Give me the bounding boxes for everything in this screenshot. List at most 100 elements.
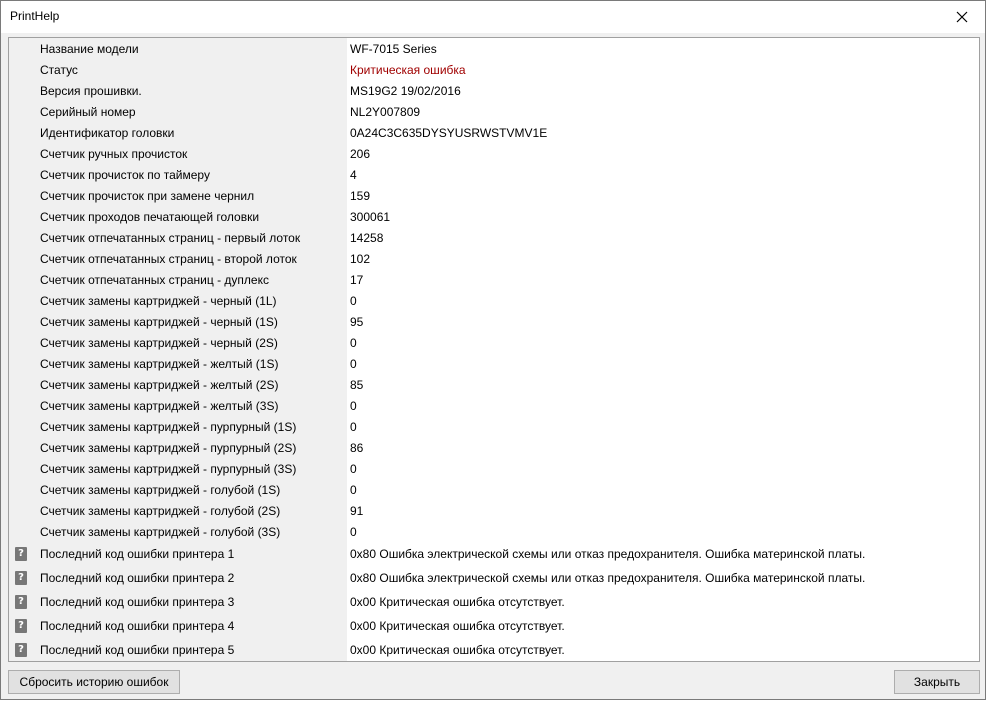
row-gutter <box>9 101 33 122</box>
row-value: 0 <box>347 458 979 479</box>
row-gutter <box>9 521 33 542</box>
row-value: 300061 <box>347 206 979 227</box>
info-row: Счетчик замены картриджей - голубой (2S)… <box>9 500 979 521</box>
row-label: Последний код ошибки принтера 4 <box>33 614 347 638</box>
info-row: Счетчик отпечатанных страниц - дуплекс 17 <box>9 269 979 290</box>
window-close-button[interactable] <box>939 1 985 33</box>
row-label: Счетчик замены картриджей - голубой (1S) <box>33 479 347 500</box>
row-value: 85 <box>347 374 979 395</box>
row-gutter <box>9 206 33 227</box>
row-label: Название модели <box>33 38 347 59</box>
row-value: 0x80 Ошибка электрической схемы или отка… <box>347 542 979 566</box>
info-row: Идентификатор головки 0A24C3C635DYSYUSRWS… <box>9 122 979 143</box>
row-value: 14258 <box>347 227 979 248</box>
row-gutter: ? <box>9 542 33 566</box>
help-icon[interactable]: ? <box>15 595 27 609</box>
info-row: Счетчик замены картриджей - голубой (3S)… <box>9 521 979 542</box>
reset-error-history-button[interactable]: Сбросить историю ошибок <box>8 670 180 694</box>
row-gutter: ? <box>9 638 33 661</box>
row-label: Счетчик замены картриджей - пурпурный (3… <box>33 458 347 479</box>
row-value: 0 <box>347 479 979 500</box>
row-label: Счетчик ручных прочисток <box>33 143 347 164</box>
row-gutter <box>9 353 33 374</box>
row-gutter <box>9 290 33 311</box>
row-gutter <box>9 500 33 521</box>
row-label: Счетчик замены картриджей - желтый (2S) <box>33 374 347 395</box>
row-value: 206 <box>347 143 979 164</box>
row-gutter: ? <box>9 590 33 614</box>
row-gutter <box>9 227 33 248</box>
row-value: 0x80 Ошибка электрической схемы или отка… <box>347 566 979 590</box>
row-label: Счетчик прочисток при замене чернил <box>33 185 347 206</box>
row-label: Последний код ошибки принтера 5 <box>33 638 347 661</box>
row-label: Счетчик замены картриджей - пурпурный (2… <box>33 437 347 458</box>
row-label: Счетчик замены картриджей - голубой (3S) <box>33 521 347 542</box>
row-label: Счетчик замены картриджей - голубой (2S) <box>33 500 347 521</box>
status-value: Критическая ошибка <box>347 59 979 80</box>
row-gutter <box>9 311 33 332</box>
info-row: Версия прошивки. MS19G2 19/02/2016 <box>9 80 979 101</box>
help-icon[interactable]: ? <box>15 547 27 561</box>
row-gutter <box>9 248 33 269</box>
row-value: 0x00 Критическая ошибка отсутствует. <box>347 638 979 661</box>
row-gutter <box>9 122 33 143</box>
row-label: Счетчик отпечатанных страниц - дуплекс <box>33 269 347 290</box>
row-value: NL2Y007809 <box>347 101 979 122</box>
printer-info-list: Название модели WF-7015 Series Статус Крити… <box>8 37 980 662</box>
info-row: Название модели WF-7015 Series <box>9 38 979 59</box>
info-row: Счетчик отпечатанных страниц - первый ло… <box>9 227 979 248</box>
row-label: Последний код ошибки принтера 2 <box>33 566 347 590</box>
row-label: Счетчик замены картриджей - желтый (3S) <box>33 395 347 416</box>
error-row: ? Последний код ошибки принтера 3 0x00 Кри… <box>9 590 979 614</box>
row-gutter <box>9 332 33 353</box>
info-row: Счетчик замены картриджей - желтый (2S) 8… <box>9 374 979 395</box>
error-row: ? Последний код ошибки принтера 5 0x00 Кри… <box>9 638 979 661</box>
row-value: 0A24C3C635DYSYUSRWSTVMV1E <box>347 122 979 143</box>
row-value: 0x00 Критическая ошибка отсутствует. <box>347 614 979 638</box>
help-icon[interactable]: ? <box>15 571 27 585</box>
row-gutter <box>9 164 33 185</box>
row-value: 4 <box>347 164 979 185</box>
row-gutter <box>9 269 33 290</box>
info-rows: Название модели WF-7015 Series Статус Крити… <box>9 38 979 661</box>
printhelp-window: PrintHelp Название модели WF-7015 Series С… <box>0 0 986 700</box>
title-bar[interactable]: PrintHelp <box>1 1 985 33</box>
row-value: 159 <box>347 185 979 206</box>
row-gutter: ? <box>9 614 33 638</box>
row-value: 0 <box>347 290 979 311</box>
info-row: Счетчик проходов печатающей головки 30006… <box>9 206 979 227</box>
row-value: 95 <box>347 311 979 332</box>
info-row: Счетчик замены картриджей - черный (1S) 9… <box>9 311 979 332</box>
row-label: Счетчик проходов печатающей головки <box>33 206 347 227</box>
row-gutter <box>9 437 33 458</box>
help-icon[interactable]: ? <box>15 619 27 633</box>
row-value: 91 <box>347 500 979 521</box>
row-label: Счетчик замены картриджей - черный (2S) <box>33 332 347 353</box>
row-value: 17 <box>347 269 979 290</box>
info-row: Счетчик замены картриджей - голубой (1S)… <box>9 479 979 500</box>
error-row: ? Последний код ошибки принтера 4 0x00 Кри… <box>9 614 979 638</box>
row-label: Счетчик прочисток по таймеру <box>33 164 347 185</box>
row-label: Счетчик замены картриджей - черный (1S) <box>33 311 347 332</box>
close-button[interactable]: Закрыть <box>894 670 980 694</box>
row-gutter <box>9 374 33 395</box>
info-row: Счетчик замены картриджей - желтый (3S) 0 <box>9 395 979 416</box>
row-value: 0 <box>347 332 979 353</box>
info-row: Счетчик ручных прочисток 206 <box>9 143 979 164</box>
info-row: Счетчик отпечатанных страниц - второй ло… <box>9 248 979 269</box>
row-gutter <box>9 185 33 206</box>
info-row: Статус Критическая ошибка <box>9 59 979 80</box>
row-gutter <box>9 38 33 59</box>
help-icon[interactable]: ? <box>15 643 27 657</box>
info-row: Серийный номер NL2Y007809 <box>9 101 979 122</box>
row-label: Последний код ошибки принтера 3 <box>33 590 347 614</box>
row-gutter <box>9 479 33 500</box>
window-title: PrintHelp <box>10 9 60 23</box>
row-gutter: ? <box>9 566 33 590</box>
info-row: Счетчик прочисток по таймеру 4 <box>9 164 979 185</box>
info-row: Счетчик замены картриджей - пурпурный (3… <box>9 458 979 479</box>
row-value: 0x00 Критическая ошибка отсутствует. <box>347 590 979 614</box>
row-value: 86 <box>347 437 979 458</box>
close-icon <box>956 11 968 23</box>
row-label: Счетчик отпечатанных страниц - первый ло… <box>33 227 347 248</box>
